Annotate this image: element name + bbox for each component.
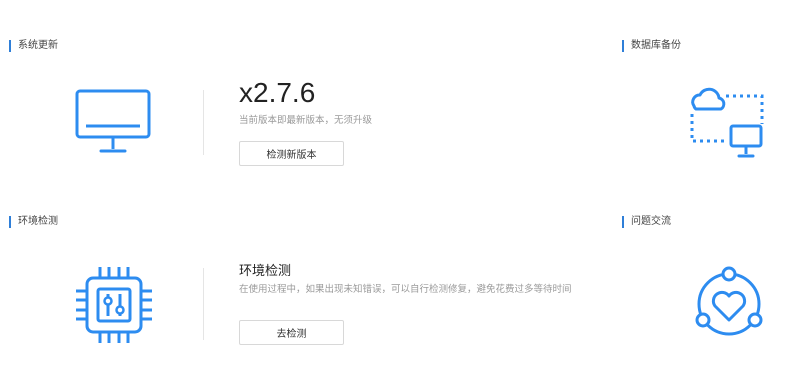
env-check-divider bbox=[203, 268, 204, 340]
version-status-text: 当前版本即最新版本，无须升级 bbox=[239, 115, 373, 126]
env-check-heading: 环境检测 bbox=[239, 264, 292, 279]
cloud-sync-icon[interactable] bbox=[686, 84, 768, 164]
feedback-title[interactable]: 问题交流 bbox=[622, 216, 671, 228]
monitor-icon bbox=[75, 89, 151, 153]
env-check-title: 环境检测 bbox=[9, 216, 58, 228]
system-update-title: 系统更新 bbox=[9, 40, 58, 52]
heart-community-icon[interactable] bbox=[689, 264, 769, 344]
current-version: x2.7.6 bbox=[239, 77, 316, 108]
system-update-divider bbox=[203, 90, 204, 155]
db-backup-title[interactable]: 数据库备份 bbox=[622, 40, 681, 52]
env-check-description: 在使用过程中，如果出现未知错误，可以自行检测修复，避免花费过多等待时间 bbox=[239, 284, 572, 295]
check-new-version-button[interactable]: 检测新版本 bbox=[239, 141, 344, 166]
chip-icon bbox=[76, 267, 152, 343]
go-check-button[interactable]: 去检测 bbox=[239, 320, 344, 345]
